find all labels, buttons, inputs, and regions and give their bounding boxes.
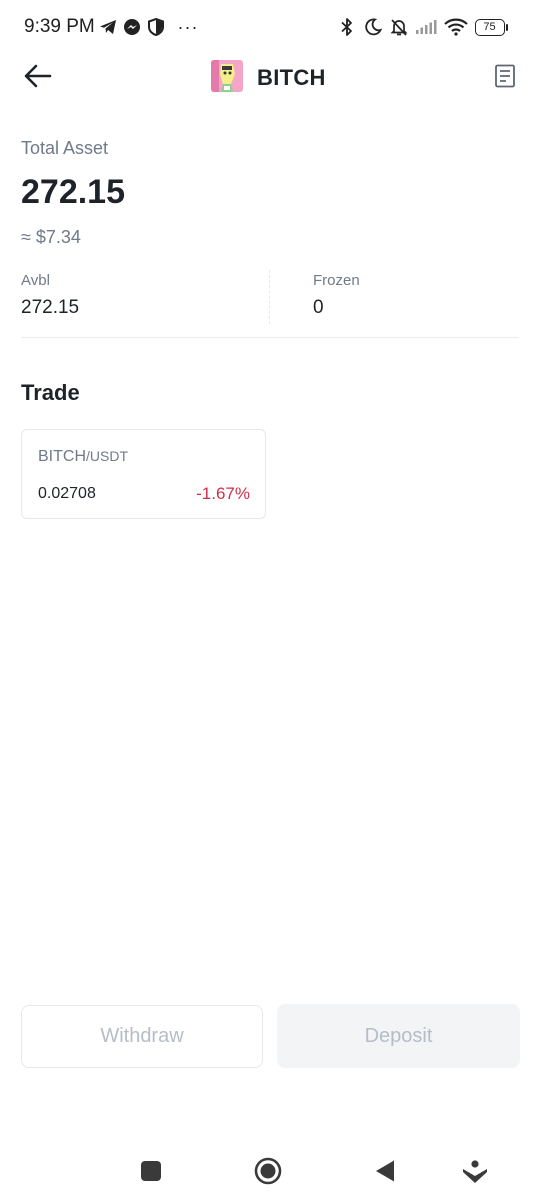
withdraw-button[interactable]: Withdraw [21, 1005, 263, 1068]
total-asset-usd: ≈ $7.34 [21, 227, 81, 247]
moon-icon [362, 16, 384, 38]
wifi-icon [443, 16, 469, 38]
telegram-icon [98, 16, 118, 38]
arrow-left-icon [24, 64, 52, 93]
available-label: Avbl [21, 272, 50, 289]
total-asset-value: 272.15 [21, 173, 125, 211]
back-button[interactable] [20, 60, 56, 96]
available-value: 272.15 [21, 297, 80, 318]
assistant-icon[interactable] [458, 1154, 492, 1188]
bluetooth-icon [336, 16, 358, 38]
document-icon [494, 64, 516, 93]
pair-change: -1.67% [196, 484, 250, 503]
column-divider [269, 270, 270, 324]
triangle-back-icon[interactable] [368, 1154, 402, 1188]
pair-price: 0.02708 [38, 485, 96, 502]
app-header: BITCH [0, 56, 540, 100]
deposit-button[interactable]: Deposit [277, 1004, 520, 1068]
signal-icon [414, 16, 438, 38]
frozen-value: 0 [313, 297, 324, 318]
battery-level: 75 [474, 18, 505, 36]
trade-heading: Trade [21, 380, 80, 405]
square-icon[interactable] [134, 1154, 168, 1188]
status-time: 9:39 PM [24, 16, 95, 37]
system-nav-bar [0, 1140, 540, 1200]
messenger-icon [122, 16, 142, 38]
circle-home-icon[interactable] [251, 1154, 285, 1188]
frozen-label: Frozen [313, 272, 360, 289]
coin-logo [211, 60, 243, 92]
battery-icon: 75 [474, 16, 508, 38]
shield-icon [146, 16, 166, 38]
more-dots: ··· [177, 16, 199, 37]
pair-base: BITCH [38, 448, 86, 465]
pair-name: BITCH/USDT [38, 448, 128, 466]
trade-pair-card[interactable]: BITCH/USDT 0.02708 -1.67% [21, 429, 266, 519]
status-bar: 9:39 PM ··· 75 [0, 0, 540, 56]
bell-off-icon [388, 16, 410, 38]
history-button[interactable] [488, 60, 522, 96]
pair-quote: /USDT [86, 448, 128, 464]
total-asset-label: Total Asset [21, 138, 109, 158]
page-title: BITCH [257, 65, 326, 90]
section-divider [21, 337, 519, 338]
